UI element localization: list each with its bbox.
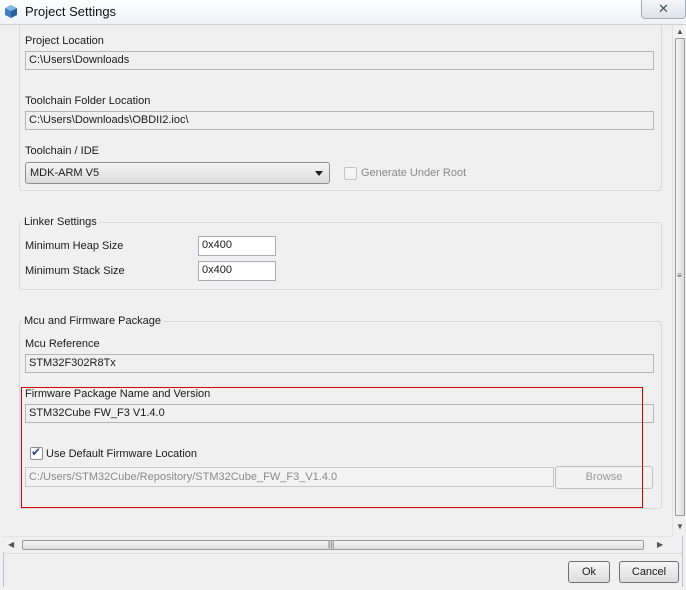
- generate-under-root-label: Generate Under Root: [361, 167, 467, 179]
- min-stack-label: Minimum Stack Size: [25, 265, 125, 277]
- generate-under-root-checkbox[interactable]: [344, 167, 357, 180]
- min-stack-input[interactable]: 0x400: [198, 261, 276, 281]
- linker-settings-group: [19, 222, 662, 290]
- settings-scroll-area: Project Location C:\Users\Downloads Tool…: [3, 25, 672, 536]
- toolchain-folder-label: Toolchain Folder Location: [25, 95, 151, 107]
- toolchain-ide-label: Toolchain / IDE: [25, 145, 99, 157]
- ok-button[interactable]: Ok: [568, 561, 610, 583]
- window-title: Project Settings: [25, 4, 117, 19]
- cancel-button[interactable]: Cancel: [619, 561, 679, 583]
- scroll-down-arrow-icon[interactable]: ▼: [676, 522, 684, 531]
- horizontal-scroll-thumb[interactable]: |||: [22, 540, 644, 550]
- toolchain-ide-value: MDK-ARM V5: [30, 167, 100, 179]
- firmware-highlight-box: [21, 387, 643, 508]
- vertical-scrollbar[interactable]: ▲ ≡ ▼: [672, 25, 686, 536]
- app-cube-icon: [5, 5, 17, 18]
- scroll-left-arrow-icon[interactable]: ◀: [8, 540, 14, 549]
- close-icon: ✕: [658, 1, 669, 16]
- toolchain-folder-field[interactable]: C:\Users\Downloads\OBDII2.ioc\: [25, 111, 654, 130]
- project-location-label: Project Location: [25, 35, 104, 47]
- scroll-right-arrow-icon[interactable]: ▶: [657, 540, 663, 549]
- title-bar: Project Settings ✕: [0, 0, 686, 25]
- vertical-scroll-thumb[interactable]: ≡: [675, 38, 685, 516]
- close-button[interactable]: ✕: [641, 0, 686, 19]
- min-heap-label: Minimum Heap Size: [25, 240, 124, 252]
- min-heap-input[interactable]: 0x400: [198, 236, 276, 256]
- grip-icon: |||: [328, 540, 335, 549]
- mcu-reference-label: Mcu Reference: [25, 338, 100, 350]
- footer-separator: [3, 553, 683, 554]
- grip-icon: ≡: [677, 271, 682, 280]
- mcu-firmware-legend: Mcu and Firmware Package: [22, 315, 163, 327]
- linker-settings-legend: Linker Settings: [22, 216, 99, 228]
- chevron-down-icon: [315, 171, 323, 176]
- horizontal-scrollbar[interactable]: ◀ ||| ▶: [3, 536, 672, 552]
- mcu-reference-field[interactable]: STM32F302R8Tx: [25, 354, 654, 373]
- scroll-up-arrow-icon[interactable]: ▲: [676, 27, 684, 36]
- toolchain-ide-select[interactable]: MDK-ARM V5: [25, 162, 330, 184]
- project-location-field[interactable]: C:\Users\Downloads: [25, 51, 654, 70]
